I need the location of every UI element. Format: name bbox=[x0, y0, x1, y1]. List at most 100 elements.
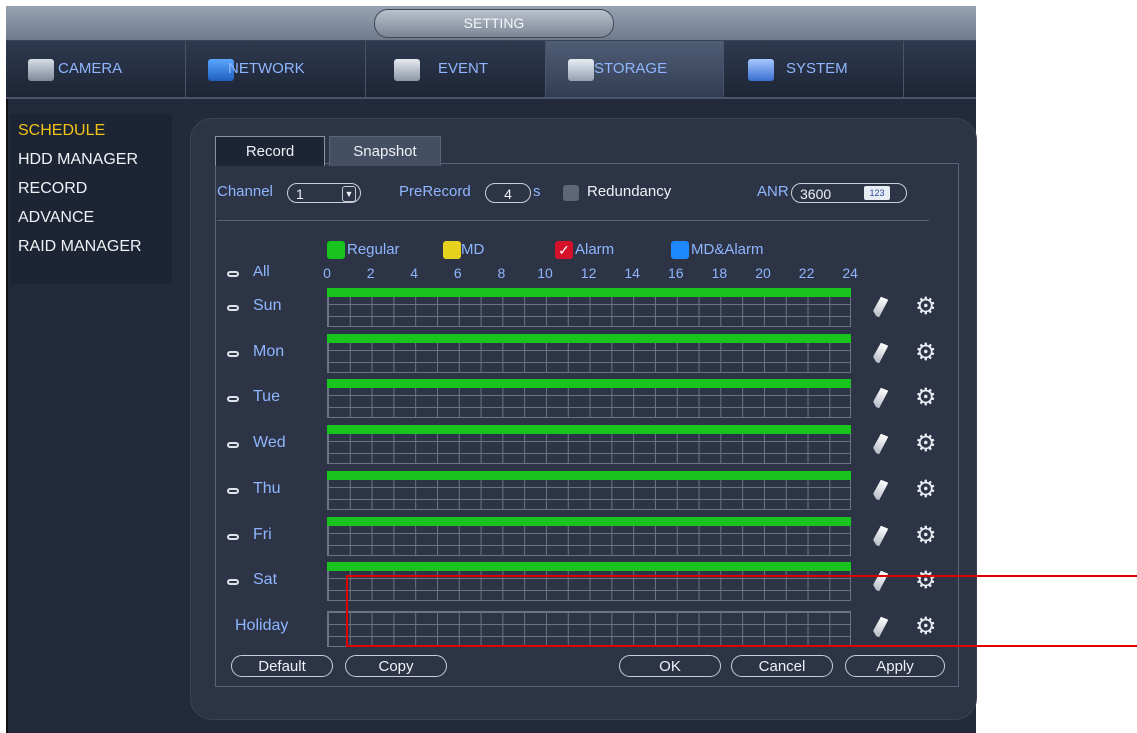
camera-icon bbox=[28, 59, 54, 81]
day-label: Tue bbox=[253, 388, 280, 406]
divider bbox=[217, 220, 929, 221]
day-label: Fri bbox=[253, 525, 272, 543]
event-icon bbox=[394, 59, 420, 81]
tab-system-label: SYSTEM bbox=[786, 60, 848, 77]
ok-button[interactable]: OK bbox=[619, 655, 721, 677]
hour-label: 12 bbox=[580, 265, 597, 281]
tab-storage-label: STORAGE bbox=[594, 60, 668, 77]
anr-input[interactable]: 3600 123 bbox=[791, 183, 907, 203]
legend-alarm-swatch: ✓ bbox=[555, 241, 573, 259]
sidebar-item-raid-manager[interactable]: RAID MANAGER bbox=[18, 238, 142, 256]
regular-record-bar bbox=[327, 333, 851, 343]
channel-select[interactable]: 1 ▼ bbox=[287, 183, 361, 203]
hour-label: 2 bbox=[366, 265, 375, 281]
day-label: Thu bbox=[253, 479, 281, 497]
tab-camera[interactable]: CAMERA bbox=[6, 41, 186, 97]
hour-label: 6 bbox=[453, 265, 462, 281]
hour-label: 14 bbox=[624, 265, 640, 281]
prerecord-input[interactable]: 4 bbox=[485, 183, 531, 203]
legend-md-swatch bbox=[443, 241, 461, 259]
main-tabs: CAMERA NETWORK EVENT STORAGE SYSTEM bbox=[6, 41, 976, 99]
regular-record-bar bbox=[327, 516, 851, 526]
hour-label: 8 bbox=[497, 265, 506, 281]
hour-label: 24 bbox=[842, 265, 858, 281]
tab-system[interactable]: SYSTEM bbox=[724, 41, 904, 97]
hour-label: 4 bbox=[410, 265, 419, 281]
redundancy-label: Redundancy bbox=[587, 183, 672, 200]
gear-icon[interactable]: ⚙ bbox=[915, 614, 937, 639]
system-icon bbox=[748, 59, 774, 81]
sidebar-item-hdd-manager[interactable]: HDD MANAGER bbox=[18, 151, 138, 169]
hour-label: 10 bbox=[537, 265, 553, 281]
gear-icon[interactable]: ⚙ bbox=[915, 295, 937, 319]
apply-button[interactable]: Apply bbox=[845, 655, 945, 677]
prerecord-unit: s bbox=[533, 183, 541, 200]
channel-value: 1 bbox=[296, 186, 304, 202]
day-toggle[interactable] bbox=[227, 396, 239, 403]
gear-icon[interactable]: ⚙ bbox=[915, 340, 937, 365]
annotation-line-top bbox=[346, 575, 1137, 577]
day-label: Sat bbox=[253, 571, 278, 589]
window-title: SETTING bbox=[374, 9, 614, 38]
legend-alarm-label: Alarm bbox=[575, 241, 615, 258]
default-button[interactable]: Default bbox=[231, 655, 333, 677]
sidebar-item-advance[interactable]: ADVANCE bbox=[18, 209, 94, 227]
hour-label: 0 bbox=[323, 265, 331, 281]
day-toggle[interactable] bbox=[227, 579, 239, 586]
sidebar-item-record[interactable]: RECORD bbox=[18, 180, 87, 198]
copy-button[interactable]: Copy bbox=[345, 655, 447, 677]
legend-md-alarm-swatch bbox=[671, 241, 689, 259]
legend-regular-label: Regular bbox=[347, 241, 400, 258]
gear-icon[interactable]: ⚙ bbox=[915, 432, 937, 456]
day-toggle[interactable] bbox=[227, 533, 239, 540]
gear-icon[interactable]: ⚙ bbox=[915, 477, 937, 502]
regular-record-bar bbox=[327, 288, 851, 297]
tab-event[interactable]: EVENT bbox=[366, 41, 546, 97]
hour-label: 20 bbox=[755, 265, 771, 281]
title-bar: SETTING bbox=[6, 6, 976, 41]
legend-md-label: MD bbox=[461, 241, 485, 258]
sidebar-item-schedule[interactable]: SCHEDULE bbox=[18, 122, 105, 140]
regular-record-bar bbox=[327, 379, 851, 389]
sidebar: SCHEDULE HDD MANAGER RECORD ADVANCE RAID… bbox=[10, 114, 172, 284]
annotation-line-left bbox=[346, 575, 348, 647]
hour-label: 22 bbox=[798, 265, 815, 281]
day-toggle[interactable] bbox=[227, 487, 239, 494]
all-label: All bbox=[253, 263, 270, 280]
hour-label: 16 bbox=[668, 265, 684, 281]
gear-icon[interactable]: ⚙ bbox=[915, 386, 937, 410]
channel-label: Channel bbox=[217, 183, 273, 200]
holiday-label: Holiday bbox=[235, 616, 289, 634]
day-toggle[interactable] bbox=[227, 350, 239, 357]
day-label: Mon bbox=[253, 342, 285, 360]
setting-window: SETTING CAMERA NETWORK EVENT STORAGE SYS… bbox=[6, 6, 977, 733]
anr-value: 3600 bbox=[800, 186, 832, 202]
gear-icon[interactable]: ⚙ bbox=[915, 523, 937, 548]
day-toggle[interactable] bbox=[227, 442, 239, 449]
prerecord-label: PreRecord bbox=[399, 183, 471, 200]
legend-regular-swatch bbox=[327, 241, 345, 259]
select-all-toggle[interactable] bbox=[227, 271, 239, 277]
tab-record[interactable]: Record bbox=[215, 136, 325, 166]
storage-icon bbox=[568, 59, 594, 81]
gear-icon[interactable]: ⚙ bbox=[915, 569, 937, 593]
tab-storage[interactable]: STORAGE bbox=[546, 41, 724, 97]
annotation-line-bottom bbox=[346, 645, 1137, 647]
schedule-panel: Record Snapshot Channel 1 ▼ PreRecord 4 … bbox=[190, 118, 977, 720]
regular-record-bar bbox=[327, 562, 851, 572]
day-toggle[interactable] bbox=[227, 305, 239, 311]
tab-event-label: EVENT bbox=[438, 60, 489, 77]
chevron-down-icon: ▼ bbox=[342, 186, 356, 202]
schedule-grid[interactable] bbox=[327, 610, 851, 647]
tab-network[interactable]: NETWORK bbox=[186, 41, 366, 97]
tab-snapshot[interactable]: Snapshot bbox=[329, 136, 441, 166]
day-label: Wed bbox=[253, 434, 286, 452]
cancel-button[interactable]: Cancel bbox=[731, 655, 833, 677]
anr-label: ANR bbox=[757, 183, 789, 200]
redundancy-checkbox[interactable] bbox=[563, 185, 579, 201]
legend-md-alarm-label: MD&Alarm bbox=[691, 241, 764, 258]
tab-network-label: NETWORK bbox=[228, 60, 305, 77]
keyboard-icon[interactable]: 123 bbox=[864, 186, 890, 200]
regular-record-bar bbox=[327, 425, 851, 435]
day-label: Sun bbox=[253, 297, 282, 314]
